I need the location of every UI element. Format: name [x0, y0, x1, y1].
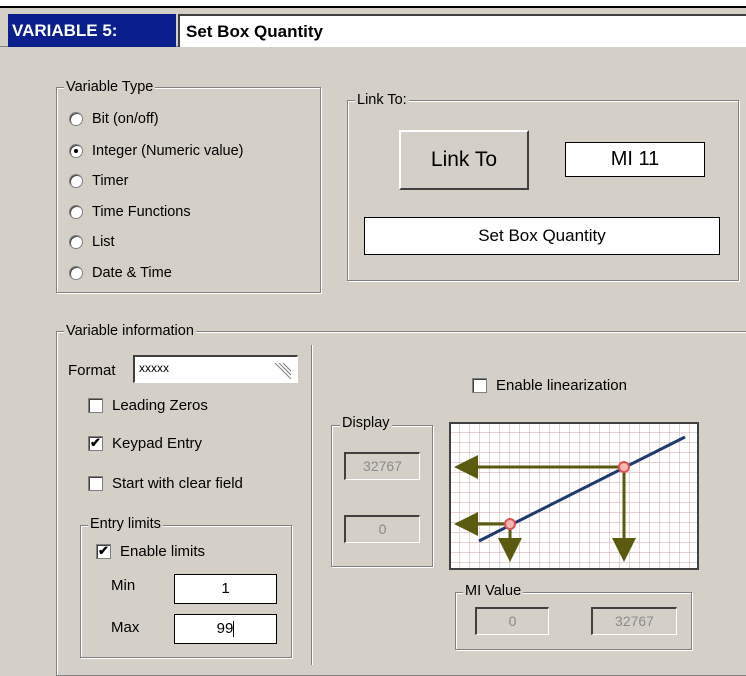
min-input[interactable]: 1	[174, 574, 277, 604]
variable-info-title: Variable information	[64, 323, 196, 339]
low-point-icon	[504, 518, 516, 530]
graph-grid	[451, 424, 697, 568]
max-value: 99	[216, 620, 234, 637]
top-border	[0, 0, 746, 8]
radio-button[interactable]	[69, 174, 83, 188]
leading-zeros-box[interactable]	[88, 397, 103, 413]
variable-type-option[interactable]: Bit (on/off)	[69, 109, 159, 129]
variable-type-option[interactable]: Time Functions	[69, 202, 191, 222]
mi-value-title: MI Value	[463, 583, 524, 599]
max-input[interactable]: 99	[174, 614, 277, 644]
link-to-button[interactable]: Link To	[399, 130, 529, 190]
radio-button[interactable]	[69, 266, 83, 280]
linearization-graph	[449, 422, 699, 570]
link-description-field[interactable]: Set Box Quantity	[364, 217, 720, 255]
variable-type-title: Variable Type	[64, 79, 156, 95]
enable-linearization-box[interactable]	[472, 377, 487, 393]
enable-linearization-label: Enable linearization	[496, 377, 627, 394]
variable-type-option[interactable]: Timer	[69, 171, 129, 191]
start-clear-label: Start with clear field	[112, 474, 243, 492]
min-label: Min	[111, 577, 136, 594]
link-to-title: Link To:	[355, 92, 409, 108]
enable-limits-box[interactable]: ✔	[96, 543, 111, 559]
keypad-entry-box[interactable]: ✔	[88, 435, 103, 451]
variable-type-option-label: Bit (on/off)	[92, 111, 159, 127]
format-input[interactable]: xxxxx	[133, 355, 298, 383]
variable-type-option-label: Timer	[92, 173, 129, 189]
enable-limits-label: Enable limits	[120, 542, 206, 560]
keypad-entry-label: Keypad Entry	[112, 434, 203, 452]
radio-button[interactable]	[69, 144, 83, 158]
variable-type-option-label: Date & Time	[92, 265, 172, 281]
format-label: Format	[68, 362, 116, 379]
operand-field[interactable]: MI 11	[565, 142, 705, 177]
enable-linearization-text-a: Enable linearization	[496, 376, 627, 394]
max-label: Max	[111, 619, 140, 636]
high-point-icon	[618, 461, 630, 473]
display-high-input[interactable]: 32767	[344, 452, 420, 480]
text-cursor	[233, 621, 235, 638]
start-clear-checkbox[interactable]: Start with clear field	[88, 473, 243, 493]
variable-number-label: VARIABLE 5:	[8, 14, 176, 47]
leading-zeros-checkbox[interactable]: Leading Zeros	[88, 395, 208, 415]
display-low-input[interactable]: 0	[344, 515, 420, 543]
radio-button[interactable]	[69, 235, 83, 249]
display-title: Display	[340, 415, 392, 431]
variable-type-option-label: Integer (Numeric value)	[92, 143, 244, 159]
enable-limits-checkbox[interactable]: ✔ Enable limits	[96, 541, 205, 561]
vertical-divider	[311, 345, 313, 665]
format-value: xxxxx	[139, 361, 169, 375]
radio-button[interactable]	[69, 205, 83, 219]
display-group	[331, 425, 433, 567]
keypad-entry-checkbox[interactable]: ✔ Keypad Entry	[88, 433, 202, 453]
mi-high-input[interactable]: 32767	[591, 607, 677, 635]
resize-grip-icon	[274, 363, 291, 379]
variable-type-option-label: List	[92, 234, 115, 250]
variable-type-option-label: Time Functions	[92, 204, 191, 220]
radio-button[interactable]	[69, 112, 83, 126]
variable-type-option[interactable]: Integer (Numeric value)	[69, 141, 244, 161]
enable-linearization-checkbox[interactable]: Enable linearization	[472, 375, 627, 395]
entry-limits-title: Entry limits	[88, 516, 163, 532]
variable-name-field[interactable]: Set Box Quantity	[178, 14, 746, 47]
variable-type-option[interactable]: Date & Time	[69, 263, 172, 283]
start-clear-box[interactable]	[88, 475, 103, 491]
leading-zeros-label: Leading Zeros	[112, 396, 208, 414]
mi-low-input[interactable]: 0	[475, 607, 549, 635]
variable-type-option[interactable]: List	[69, 232, 115, 252]
